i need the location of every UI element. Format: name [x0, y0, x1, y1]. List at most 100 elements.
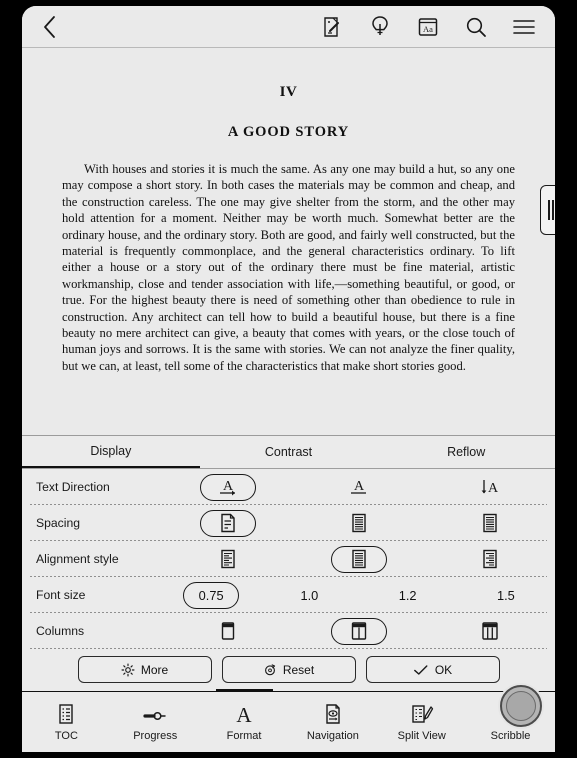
option-spacing-loose[interactable] — [162, 509, 293, 537]
align-left-icon — [220, 549, 235, 569]
unselected-pill — [462, 618, 518, 645]
split-view-glyph — [412, 704, 433, 723]
screen: Aa IV A GOOD STORY With houses and stori… — [22, 6, 555, 752]
font-size-value: 1.2 — [398, 587, 417, 603]
checkmark-icon — [413, 664, 428, 675]
tab-contrast[interactable]: Contrast — [200, 436, 378, 468]
dictionary-aa-icon[interactable]: Aa — [415, 14, 441, 40]
split-view-icon — [410, 703, 434, 725]
row-label: Alignment style — [36, 552, 119, 566]
option-font-size-0[interactable]: 0.75 — [162, 581, 260, 609]
svg-text:Aa: Aa — [423, 24, 433, 34]
row-font-size: Font size 0.75 1.0 1.2 1.5 — [22, 577, 555, 613]
ok-label: OK — [434, 662, 453, 677]
unselected-pill: A — [462, 474, 518, 501]
unselected-pill: A — [331, 474, 387, 501]
reset-button[interactable]: Reset — [221, 656, 356, 683]
row-label: Spacing — [36, 516, 81, 530]
selected-pill — [330, 545, 387, 573]
svg-text:A: A — [353, 479, 364, 494]
nav-item-navigation[interactable]: Navigation — [288, 692, 377, 752]
option-align-left[interactable] — [162, 546, 293, 573]
nav-label: Progress — [133, 729, 178, 742]
option-align-right[interactable] — [424, 546, 555, 573]
unselected-pill — [200, 546, 256, 573]
unselected-pill: 1.0 — [281, 582, 337, 609]
option-group: 0.75 1.0 1.2 1.5 — [162, 581, 555, 609]
unselected-pill — [331, 510, 387, 537]
chapter-number: IV — [279, 84, 298, 100]
e-reader-device: Aa IV A GOOD STORY With houses and stori… — [0, 0, 577, 758]
font-size-value: 1.5 — [496, 587, 515, 603]
option-spacing-tight[interactable] — [424, 510, 555, 537]
lightbulb-icon[interactable] — [367, 14, 393, 40]
search-icon[interactable] — [463, 14, 489, 40]
progress-slider-glyph — [143, 711, 166, 720]
option-two-column[interactable] — [293, 617, 424, 645]
ok-button[interactable]: OK — [365, 656, 500, 683]
more-button[interactable]: More — [77, 656, 212, 683]
align-justify-icon — [351, 549, 366, 569]
tab-display[interactable]: Display — [22, 436, 200, 468]
reset-circular-arrow-icon — [264, 663, 275, 675]
nav-item-format[interactable]: A Format — [200, 688, 289, 752]
format-letter-a-glyph: A — [236, 703, 252, 725]
two-column-icon — [351, 622, 366, 640]
nav-item-progress[interactable]: Progress — [111, 692, 200, 752]
option-text-direction-vertical[interactable]: A — [424, 474, 555, 501]
nav-label: TOC — [54, 729, 78, 742]
spacing-tight-icon — [482, 513, 497, 533]
option-text-direction-underline[interactable]: A — [293, 474, 424, 501]
navigation-eye-page-icon — [323, 703, 343, 725]
option-text-direction-ltr[interactable]: A — [162, 473, 293, 501]
handle-bar — [552, 200, 554, 220]
nav-item-split-view[interactable]: Split View — [377, 692, 466, 752]
option-font-size-1[interactable]: 1.0 — [260, 582, 358, 609]
back-button[interactable] — [32, 10, 66, 44]
selected-pill — [199, 509, 256, 537]
text-direction-underline-icon: A — [350, 479, 366, 494]
top-toolbar: Aa — [22, 6, 555, 48]
option-font-size-2[interactable]: 1.2 — [359, 582, 457, 609]
tab-reflow[interactable]: Reflow — [377, 436, 555, 468]
svg-text:A: A — [236, 703, 252, 725]
row-label: Text Direction — [36, 480, 110, 494]
panel-action-buttons: More Reset OK — [22, 649, 555, 691]
option-one-column[interactable] — [162, 618, 293, 645]
chevron-left-icon — [44, 15, 55, 38]
option-group — [162, 545, 555, 573]
option-three-column[interactable] — [424, 618, 555, 645]
font-size-value: 0.75 — [198, 587, 224, 603]
option-align-justify[interactable] — [293, 545, 424, 573]
unselected-pill: 1.5 — [478, 582, 534, 609]
hamburger-menu-icon[interactable] — [511, 14, 537, 40]
selected-pill — [330, 617, 387, 645]
unselected-pill — [462, 546, 518, 573]
selected-pill: A — [199, 473, 256, 501]
hamburger-glyph — [513, 19, 535, 34]
panel-tabs: Display Contrast Reflow — [22, 436, 555, 469]
gear-icon — [121, 662, 135, 677]
progress-slider-icon — [142, 703, 168, 725]
nav-item-toc[interactable]: TOC — [22, 692, 111, 752]
handle-bar — [548, 200, 550, 220]
dictionary-aa-glyph: Aa — [418, 17, 438, 36]
search-glyph — [466, 17, 486, 37]
unselected-pill — [462, 510, 518, 537]
option-font-size-3[interactable]: 1.5 — [457, 582, 555, 609]
magic-wand-page-glyph — [324, 16, 339, 37]
spacing-loose-icon — [220, 513, 235, 533]
row-label: Font size — [36, 588, 86, 602]
one-column-icon — [221, 622, 234, 640]
option-spacing-medium[interactable] — [293, 510, 424, 537]
magic-wand-page-icon[interactable] — [319, 14, 345, 40]
side-panel-handle[interactable] — [540, 185, 555, 235]
spacing-medium-icon — [351, 513, 366, 533]
row-columns: Columns — [22, 613, 555, 649]
option-group — [162, 617, 555, 645]
three-column-icon — [481, 622, 498, 640]
font-size-value: 1.0 — [300, 587, 319, 603]
assistive-touch-button[interactable] — [500, 685, 542, 727]
navigation-eye-page-glyph — [326, 703, 340, 724]
lightbulb-glyph — [372, 16, 388, 35]
